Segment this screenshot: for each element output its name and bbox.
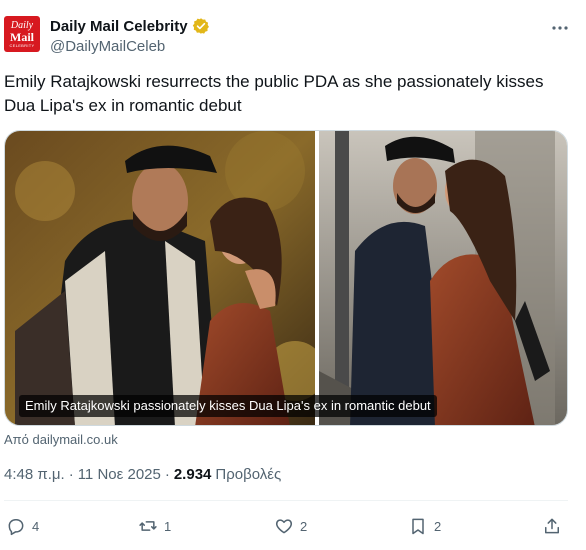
divider <box>4 500 568 501</box>
avatar[interactable]: Daily Mail CELEBRITY <box>4 16 40 52</box>
tweet-meta: 4:48 π.μ. · 11 Νοε 2025 · 2.934 Προβολές <box>4 466 281 483</box>
verified-badge-icon <box>192 18 209 34</box>
meta-separator: · <box>68 466 74 483</box>
bookmark-icon <box>412 518 424 535</box>
meta-separator: · <box>164 466 170 483</box>
link-source[interactable]: Από dailymail.co.uk <box>4 432 118 447</box>
logo-line-3: CELEBRITY <box>9 42 35 48</box>
reply-count: 4 <box>32 518 40 534</box>
views-count: 2.934 <box>173 466 212 483</box>
views-label: Προβολές <box>215 466 282 483</box>
logo-line-1: Daily <box>10 19 34 31</box>
share-button[interactable] <box>542 512 562 540</box>
tweet-text: Emily Ratajkowski resurrects the public … <box>4 72 544 115</box>
repost-count: 1 <box>164 518 172 534</box>
tweet-media[interactable]: Emily Ratajkowski passionately kisses Du… <box>4 130 568 426</box>
reply-icon <box>8 519 24 536</box>
tweet-date[interactable]: 11 Νοε 2025 <box>78 466 161 483</box>
media-caption: Emily Ratajkowski passionately kisses Du… <box>19 395 437 417</box>
heart-icon <box>275 519 293 534</box>
tweet-card[interactable]: Daily Mail CELEBRITY Daily Mail Celebrit… <box>0 0 586 550</box>
repost-button[interactable]: 1 <box>138 512 171 540</box>
handle[interactable]: @DailyMailCeleb <box>50 38 165 55</box>
bookmark-count: 2 <box>434 518 442 534</box>
bookmark-button[interactable]: 2 <box>408 512 441 540</box>
tweet-time[interactable]: 4:48 π.μ. <box>4 466 65 483</box>
like-button[interactable]: 2 <box>274 512 307 540</box>
display-name[interactable]: Daily Mail Celebrity <box>50 18 188 35</box>
repost-icon <box>139 521 157 531</box>
more-icon[interactable] <box>548 16 572 40</box>
logo-line-2: Mail <box>10 29 34 44</box>
name-row: Daily Mail Celebrity <box>50 17 210 35</box>
like-count: 2 <box>300 518 308 534</box>
action-bar: 4 1 2 2 <box>0 512 586 540</box>
share-icon <box>545 518 559 534</box>
reply-button[interactable]: 4 <box>6 512 39 540</box>
media-image <box>5 131 567 425</box>
